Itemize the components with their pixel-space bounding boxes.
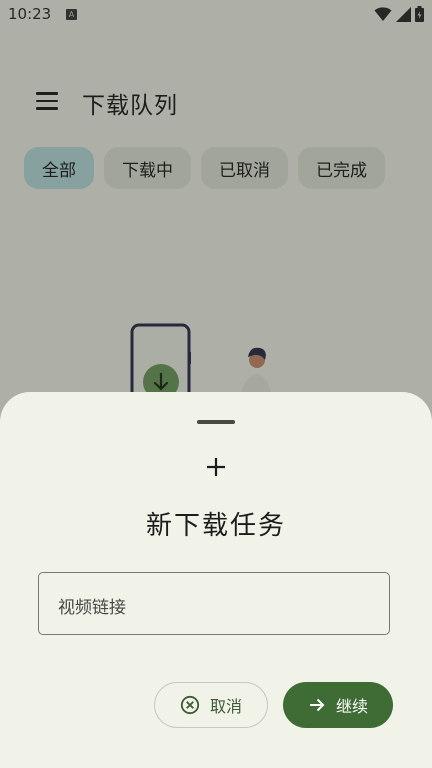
continue-button[interactable]: 继续 <box>283 682 393 728</box>
sheet-title: 新下载任务 <box>145 511 286 541</box>
drag-handle[interactable] <box>197 420 235 424</box>
continue-button-label: 继续 <box>335 697 368 716</box>
arrow-right-icon <box>309 698 325 712</box>
video-url-input[interactable]: 视频链接 <box>38 572 390 635</box>
video-url-placeholder: 视频链接 <box>58 598 126 618</box>
cancel-button[interactable]: 取消 <box>154 682 268 728</box>
new-download-sheet: 新下载任务 视频链接 取消 继续 <box>0 392 432 768</box>
plus-icon <box>207 458 225 476</box>
cancel-circle-icon <box>180 695 200 715</box>
app-screen: 10:23 A 下载队列 全部 下载中 已取消 已完成 新下载任务 视频链接 取… <box>0 0 432 768</box>
cancel-button-label: 取消 <box>209 697 242 716</box>
